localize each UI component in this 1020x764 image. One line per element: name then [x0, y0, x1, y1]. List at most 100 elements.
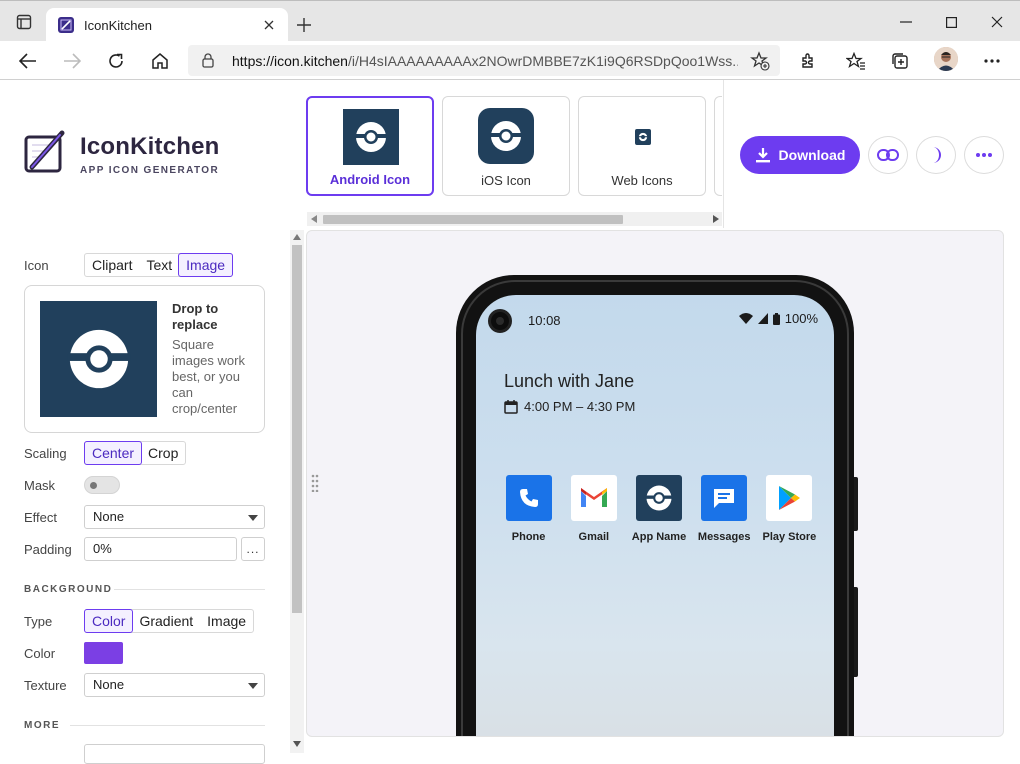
address-bar[interactable]: https://icon.kitchen/i/H4sIAAAAAAAAAx2NO…: [188, 45, 780, 76]
app-play-store[interactable]: Play Store: [757, 475, 822, 543]
home-icon[interactable]: [148, 49, 172, 73]
target-android[interactable]: Android Icon: [306, 96, 434, 196]
calendar-icon: [504, 399, 518, 414]
scaling-option-center[interactable]: Center: [84, 441, 143, 465]
battery-percent: 100%: [784, 311, 818, 326]
more-field-input[interactable]: [84, 744, 265, 764]
status-time: 10:08: [528, 313, 561, 328]
collections-icon[interactable]: [888, 49, 912, 73]
background-type-segmented: Color Gradient Image: [84, 609, 255, 633]
icon-option-text[interactable]: Text: [139, 254, 179, 276]
new-tab-icon[interactable]: [294, 15, 314, 35]
targets-scrollbar[interactable]: [307, 212, 722, 226]
chevron-down-icon: [248, 683, 258, 689]
app-messages[interactable]: Messages: [692, 475, 757, 543]
app-gmail[interactable]: Gmail: [561, 475, 626, 543]
link-icon: [877, 149, 899, 161]
web-preview-icon: [635, 129, 651, 145]
target-label: iOS Icon: [481, 173, 531, 188]
moon-icon: [933, 147, 941, 163]
target-label: Web Icons: [611, 173, 673, 188]
browser-nav-bar: https://icon.kitchen/i/H4sIAAAAAAAAAx2NO…: [0, 41, 1020, 80]
camera-icon: [488, 309, 512, 333]
messages-icon: [701, 475, 748, 521]
icon-option-clipart[interactable]: Clipart: [85, 254, 139, 276]
padding-label: Padding: [24, 542, 72, 557]
scrollbar-thumb[interactable]: [292, 245, 302, 613]
theme-toggle-button[interactable]: [916, 136, 956, 174]
scaling-option-crop[interactable]: Crop: [141, 442, 185, 464]
phone-power-button: [854, 477, 858, 531]
add-favorite-icon[interactable]: [750, 51, 770, 71]
settings-scrollbar[interactable]: [290, 230, 304, 753]
target-more[interactable]: [714, 96, 722, 196]
background-color-swatch[interactable]: [84, 642, 123, 664]
tab-title: IconKitchen: [84, 18, 152, 33]
scaling-label: Scaling: [24, 446, 67, 461]
bg-type-image[interactable]: Image: [200, 610, 253, 632]
app-row: Phone Gmail App Name Messages Play Store: [496, 475, 822, 543]
app-phone[interactable]: Phone: [496, 475, 561, 543]
browser-tab[interactable]: IconKitchen: [46, 8, 288, 42]
lock-icon: [202, 53, 214, 68]
ellipsis-icon: [976, 153, 992, 157]
phone-icon: [505, 475, 552, 521]
tab-actions-icon[interactable]: [12, 10, 36, 34]
drop-title: Drop to replace: [172, 301, 219, 332]
bg-type-color[interactable]: Color: [84, 609, 134, 633]
toggle-knob: [90, 482, 97, 489]
icon-source-segmented: Clipart Text Image: [84, 253, 234, 277]
background-type-label: Type: [24, 614, 53, 629]
image-dropzone[interactable]: Drop to replace Square images work best,…: [24, 285, 265, 433]
maximize-icon[interactable]: [941, 13, 961, 31]
refresh-icon[interactable]: [104, 49, 128, 73]
app-custom[interactable]: App Name: [626, 475, 691, 543]
preview-area: 10:08 100% Lunch with Jane 4:00 PM – 4:3…: [306, 230, 1004, 737]
phone-frame: 10:08 100% Lunch with Jane 4:00 PM – 4:3…: [456, 275, 854, 736]
texture-select[interactable]: None: [84, 673, 265, 697]
texture-label: Texture: [24, 678, 67, 693]
target-ios[interactable]: iOS Icon: [442, 96, 570, 196]
download-button[interactable]: Download: [740, 136, 860, 174]
forward-icon[interactable]: [60, 49, 84, 73]
background-color-label: Color: [24, 646, 56, 661]
mask-toggle[interactable]: [84, 476, 120, 494]
source-image-icon: [40, 301, 157, 417]
scroll-right-icon[interactable]: [713, 215, 719, 223]
share-link-button[interactable]: [868, 136, 908, 174]
profile-avatar[interactable]: [934, 47, 958, 71]
status-icons: 100%: [738, 311, 818, 326]
target-label: Android Icon: [329, 172, 411, 187]
favorites-icon[interactable]: [844, 49, 868, 73]
padding-input[interactable]: 0%: [84, 537, 237, 561]
battery-icon: [772, 312, 780, 325]
iconkitchen-logo-icon: [24, 129, 68, 175]
scroll-up-icon[interactable]: [293, 234, 301, 240]
chevron-down-icon: [248, 515, 258, 521]
target-cards: Android Icon iOS Icon Web Icons: [306, 96, 722, 200]
padding-more-button[interactable]: ...: [241, 537, 265, 561]
iconkitchen-favicon-icon: [58, 17, 74, 33]
drop-hint: Square images work best, or you can crop…: [172, 337, 245, 416]
resize-handle-icon[interactable]: [311, 474, 319, 492]
icon-option-image[interactable]: Image: [178, 253, 234, 277]
scroll-down-icon[interactable]: [293, 741, 301, 747]
more-menu-icon[interactable]: [980, 49, 1004, 73]
minimize-icon[interactable]: [896, 13, 916, 31]
gmail-icon: [570, 475, 617, 521]
phone-screen: 10:08 100% Lunch with Jane 4:00 PM – 4:3…: [476, 295, 834, 736]
browser-tab-bar: IconKitchen: [0, 0, 1020, 42]
back-icon[interactable]: [16, 49, 40, 73]
app-icon: [636, 475, 682, 521]
scroll-left-icon[interactable]: [311, 215, 317, 223]
close-tab-icon[interactable]: [260, 16, 278, 34]
extensions-icon[interactable]: [796, 49, 820, 73]
url-text: https://icon.kitchen/i/H4sIAAAAAAAAAx2NO…: [232, 53, 738, 69]
effect-select[interactable]: None: [84, 505, 265, 529]
more-options-button[interactable]: [964, 136, 1004, 174]
bg-type-gradient[interactable]: Gradient: [132, 610, 200, 632]
icon-label: Icon: [24, 258, 49, 273]
target-web[interactable]: Web Icons: [578, 96, 706, 196]
scrollbar-thumb[interactable]: [323, 215, 623, 224]
close-window-icon[interactable]: [987, 13, 1007, 31]
